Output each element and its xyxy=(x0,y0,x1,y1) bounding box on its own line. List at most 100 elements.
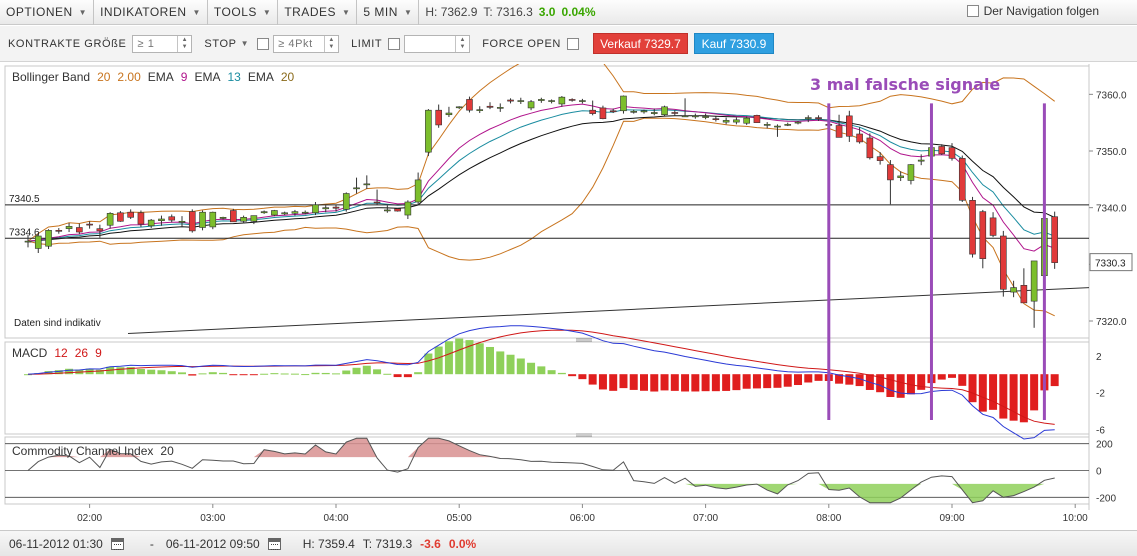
sell-button[interactable]: Verkauf 7329.7 xyxy=(592,33,688,54)
price-legend-item: EMA xyxy=(148,70,174,84)
menu-interval[interactable]: 5 MIN ▼ xyxy=(357,0,420,25)
macd-histogram-bar xyxy=(342,370,351,375)
candle-body xyxy=(394,208,401,212)
macd-legend-item: 26 xyxy=(75,346,89,360)
macd-histogram-bar xyxy=(260,373,269,375)
candle-body xyxy=(743,117,750,124)
y-tick-label: 7360.0 xyxy=(1096,90,1127,101)
stop-dropdown[interactable]: STOP ▼ xyxy=(204,38,249,50)
order-bar: KONTRAKTE GRÖßE ≥ 1 ▲ ▼ STOP ▼ ≥ 4Pkt ▲ ▼ … xyxy=(0,26,1137,62)
chevron-down-icon: ▼ xyxy=(240,39,250,48)
cci-legend-item: Commodity Channel Index xyxy=(12,444,153,458)
chart-area[interactable]: 3 mal falsche signale 7340.5 7334.6 7360.0… xyxy=(0,64,1137,530)
calendar-icon[interactable] xyxy=(110,537,124,550)
macd-histogram-bar xyxy=(958,374,967,386)
macd-histogram-bar xyxy=(352,367,361,375)
change-value: 3.0 xyxy=(538,5,556,19)
macd-histogram-bar xyxy=(362,365,371,375)
macd-histogram-bar xyxy=(701,374,710,392)
macd-histogram-bar xyxy=(219,372,228,375)
size-stepper[interactable]: ≥ 1 ▲ ▼ xyxy=(132,34,193,53)
candle-body xyxy=(630,111,638,113)
candle-body xyxy=(1010,287,1017,293)
candle-body xyxy=(692,115,699,118)
candle-body xyxy=(774,125,781,128)
bottom-bar: 06-11-2012 01:30 - 06-11-2012 09:50 H: 7… xyxy=(0,530,1137,556)
candle-body xyxy=(763,124,771,126)
macd-y-tick-label: -2 xyxy=(1096,389,1105,400)
range-change-pct: 0.0% xyxy=(448,536,477,551)
macd-histogram-bar xyxy=(886,374,895,398)
candle-body xyxy=(548,100,555,102)
high-value: H: 7362.9 xyxy=(425,5,478,19)
candle-body xyxy=(137,212,145,225)
menu-label: TRADES xyxy=(284,5,336,19)
buy-button[interactable]: Kauf 7330.9 xyxy=(693,33,774,54)
macd-histogram-bar xyxy=(794,374,802,386)
menu-trades[interactable]: TRADES ▼ xyxy=(278,0,358,25)
cci-y-tick-label: 0 xyxy=(1096,467,1102,478)
candle-body xyxy=(650,112,658,114)
stepper-arrows-icon[interactable]: ▲ ▼ xyxy=(177,35,191,52)
force-open-label: FORCE OPEN xyxy=(482,37,561,50)
chevron-down-icon: ▼ xyxy=(403,7,413,17)
limit-checkbox[interactable] xyxy=(388,37,401,50)
candle-body xyxy=(1000,235,1007,290)
macd-histogram-bar xyxy=(568,374,577,377)
candle-body xyxy=(507,99,514,102)
stepper-arrows-icon[interactable]: ▲ ▼ xyxy=(455,35,469,52)
candle-body xyxy=(445,112,453,116)
macd-histogram-bar xyxy=(403,374,412,378)
candle-body xyxy=(866,137,874,159)
x-tick-label: 02:00 xyxy=(77,513,102,524)
candle-body xyxy=(312,204,319,214)
force-open-checkbox[interactable] xyxy=(566,37,579,50)
macd-histogram-bar xyxy=(527,362,536,375)
macd-histogram-bar xyxy=(609,374,618,391)
candle-body xyxy=(24,240,32,243)
macd-y-tick-label: -6 xyxy=(1096,425,1105,436)
candle-body xyxy=(527,101,535,109)
macd-histogram-bar xyxy=(157,370,166,375)
chart-svg[interactable]: 3 mal falsche signale 7340.5 7334.6 7360.0… xyxy=(0,64,1137,530)
nav-follow-toggle[interactable]: Der Navigation folgen xyxy=(966,4,1099,18)
macd-histogram-bar xyxy=(383,373,392,375)
macd-histogram-bar xyxy=(270,373,279,375)
candle-body xyxy=(486,105,494,108)
candle-body xyxy=(640,110,648,113)
stop-checkbox[interactable] xyxy=(257,37,270,50)
macd-histogram-bar xyxy=(116,367,125,375)
menu-optionen[interactable]: OPTIONEN ▼ xyxy=(0,0,95,25)
macd-histogram-bar xyxy=(424,353,433,375)
macd-histogram-bar xyxy=(968,374,977,403)
calendar-icon[interactable] xyxy=(267,537,281,550)
macd-histogram-bar xyxy=(773,374,782,388)
macd-histogram-bar xyxy=(198,373,207,375)
macd-histogram-bar xyxy=(311,372,320,375)
nav-follow-checkbox[interactable] xyxy=(966,5,979,17)
price-legend-item: Bollinger Band xyxy=(12,70,90,84)
macd-histogram-bar xyxy=(619,374,628,389)
candle-body xyxy=(209,211,217,228)
chart-panel-frame xyxy=(4,341,1090,435)
candle-body xyxy=(55,230,63,232)
limit-stepper[interactable]: ▲ ▼ xyxy=(404,34,471,53)
menu-indikatoren[interactable]: INDIKATOREN ▼ xyxy=(94,0,208,25)
candle-body xyxy=(332,206,340,209)
candle-body xyxy=(260,211,268,214)
menu-tools[interactable]: TOOLS ▼ xyxy=(208,0,279,25)
menu-label: 5 MIN xyxy=(363,5,398,19)
candle-body xyxy=(784,124,792,126)
candle-body xyxy=(291,211,299,214)
candle-body xyxy=(373,201,381,204)
x-tick-label: 07:00 xyxy=(693,513,718,524)
candle-body xyxy=(384,209,391,212)
stop-stepper[interactable]: ≥ 4Pkt ▲ ▼ xyxy=(273,34,340,53)
macd-histogram-bar xyxy=(999,374,1008,419)
x-tick-label: 05:00 xyxy=(447,513,472,524)
stepper-arrows-icon[interactable]: ▲ ▼ xyxy=(324,35,338,52)
macd-histogram-bar xyxy=(249,374,258,376)
candle-body xyxy=(804,117,812,119)
candle-body xyxy=(661,106,668,116)
candle-body xyxy=(989,217,997,236)
